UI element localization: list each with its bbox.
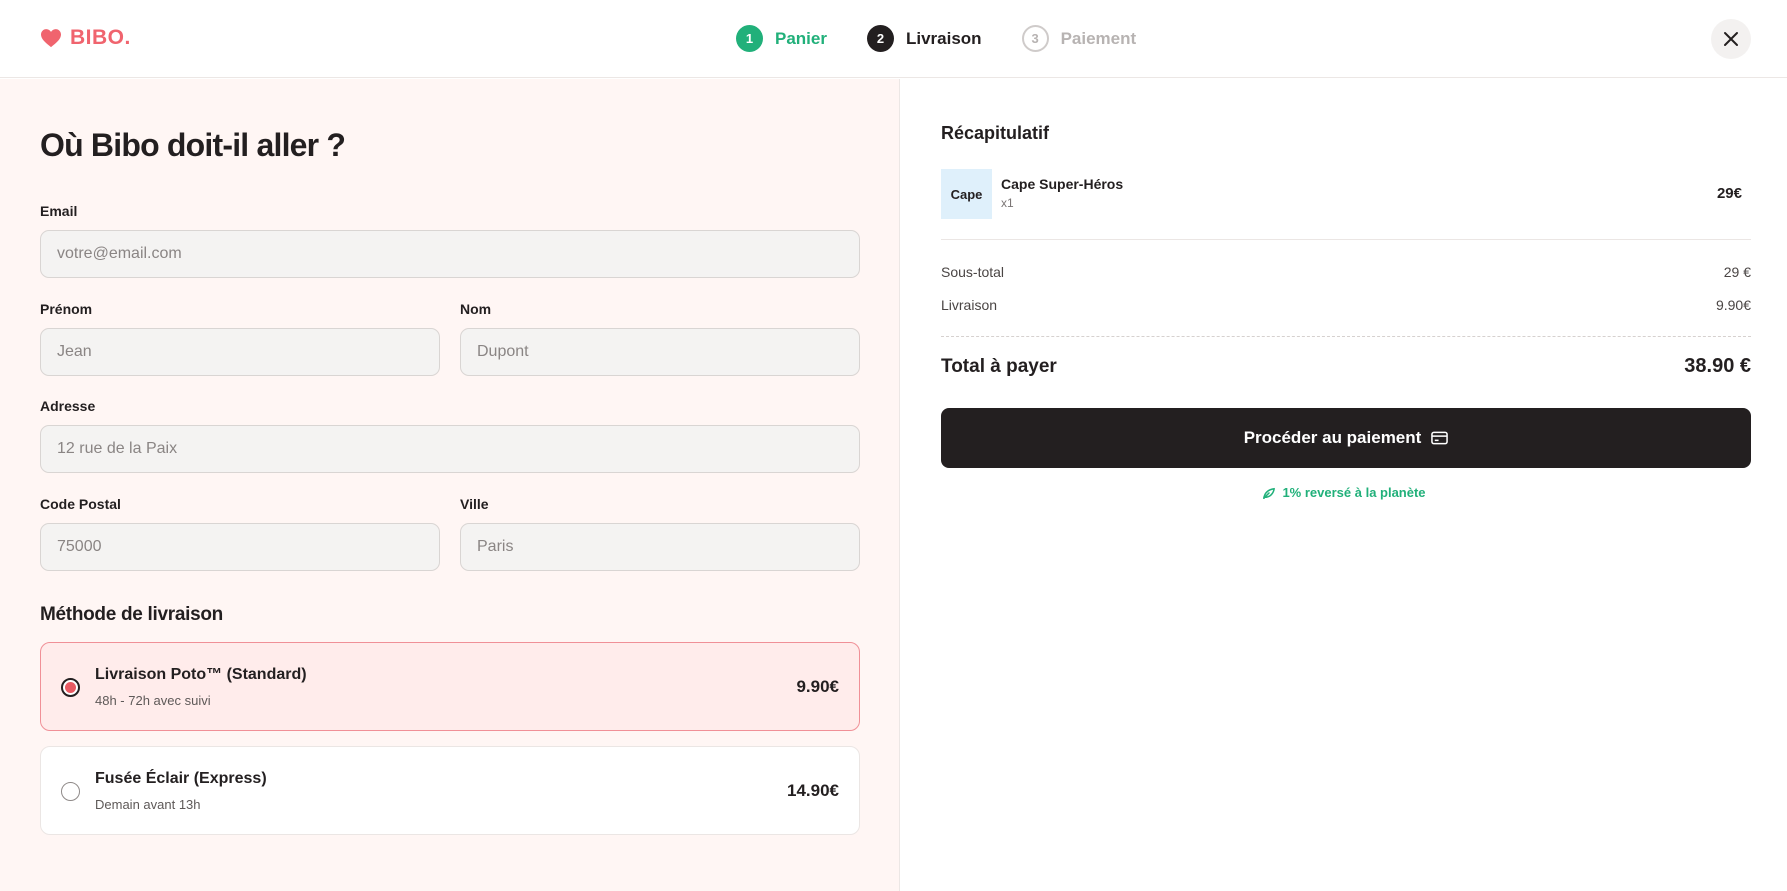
first-name-input[interactable] <box>40 328 440 376</box>
step-label: Panier <box>775 28 827 48</box>
step-payment: 3 Paiement <box>1021 25 1137 52</box>
shipping-option-express[interactable]: Fusée Éclair (Express) Demain avant 13h … <box>40 746 860 835</box>
divider <box>941 336 1751 337</box>
shipping-option-name: Livraison Poto™ (Standard) <box>95 666 307 683</box>
postal-code-label: Code Postal <box>40 496 121 512</box>
product-quantity: x1 <box>1001 196 1014 210</box>
email-input[interactable] <box>40 230 860 278</box>
total-value: 38.90 € <box>1684 355 1751 377</box>
credit-card-icon <box>1431 431 1449 445</box>
shipping-method-title: Méthode de livraison <box>40 604 223 625</box>
step-number: 3 <box>1021 25 1049 52</box>
shipping-option-price: 14.90€ <box>787 781 839 800</box>
close-icon <box>1724 32 1738 46</box>
city-input[interactable] <box>460 523 860 571</box>
subtotal-value: 29 € <box>1723 264 1751 280</box>
step-label: Paiement <box>1060 28 1137 48</box>
shipping-option-price: 9.90€ <box>796 677 839 696</box>
brand-logo[interactable]: BIBO. <box>40 26 131 50</box>
radio-button[interactable] <box>61 782 80 801</box>
step-number: 1 <box>736 25 763 52</box>
delivery-form-panel: Où Bibo doit-il aller ? Email Prénom Nom… <box>0 79 900 891</box>
step-number: 2 <box>866 25 894 52</box>
postal-code-input[interactable] <box>40 523 440 571</box>
city-label: Ville <box>460 496 489 512</box>
page-title: Où Bibo doit-il aller ? <box>40 127 346 163</box>
divider <box>941 239 1751 240</box>
radio-button[interactable] <box>61 678 80 697</box>
last-name-label: Nom <box>460 301 492 317</box>
shipping-option-standard[interactable]: Livraison Poto™ (Standard) 48h - 72h ave… <box>40 642 860 731</box>
step-delivery[interactable]: 2 Livraison <box>866 25 982 52</box>
checkout-page: BIBO. 1 Panier 2 Livraison 3 Paiement Où… <box>0 0 1787 891</box>
last-name-input[interactable] <box>460 328 860 376</box>
shipping-cost-label: Livraison <box>941 297 998 313</box>
order-summary-panel: Récapitulatif Cape Cape Super-Héros x1 2… <box>901 79 1787 891</box>
step-label: Livraison <box>905 28 982 48</box>
summary-title: Récapitulatif <box>941 123 1050 143</box>
eco-note: 1% reversé à la planète <box>901 485 1787 500</box>
product-thumbnail: Cape <box>941 169 992 219</box>
brand-name: BIBO. <box>70 26 131 49</box>
product-name: Cape Super-Héros <box>1001 176 1124 192</box>
shipping-option-desc: 48h - 72h avec suivi <box>95 693 211 708</box>
pay-button-label: Procéder au paiement <box>1243 428 1422 447</box>
product-price: 29€ <box>1716 185 1742 202</box>
leaf-icon <box>1263 487 1276 499</box>
first-name-label: Prénom <box>40 301 93 317</box>
email-label: Email <box>40 203 78 219</box>
heart-icon <box>41 29 61 48</box>
proceed-to-payment-button[interactable]: Procéder au paiement <box>941 408 1751 468</box>
address-input[interactable] <box>40 425 860 473</box>
close-button[interactable] <box>1711 19 1751 59</box>
checkout-steps: 1 Panier 2 Livraison 3 Paiement <box>736 25 1136 52</box>
shipping-option-name: Fusée Éclair (Express) <box>95 770 267 787</box>
total-label: Total à payer <box>941 356 1057 377</box>
step-cart[interactable]: 1 Panier <box>736 25 827 52</box>
eco-note-text: 1% reversé à la planète <box>1282 485 1426 500</box>
shipping-cost-value: 9.90€ <box>1715 297 1751 313</box>
shipping-option-desc: Demain avant 13h <box>95 797 201 812</box>
subtotal-label: Sous-total <box>941 264 1005 280</box>
header: BIBO. 1 Panier 2 Livraison 3 Paiement <box>0 0 1787 78</box>
address-label: Adresse <box>40 398 96 414</box>
